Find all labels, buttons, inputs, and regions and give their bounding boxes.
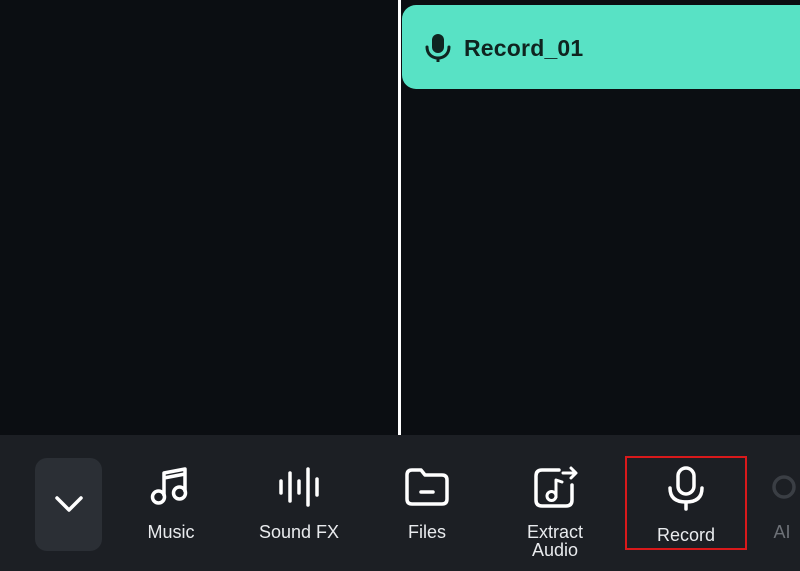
record-label: Record: [656, 525, 716, 545]
ai-label: AI: [773, 522, 791, 542]
sound-fx-label: Sound FX: [258, 522, 340, 542]
microphone-icon: [424, 33, 452, 63]
record-button[interactable]: Record: [625, 456, 747, 550]
files-button[interactable]: Files: [367, 453, 487, 565]
chevron-down-icon: [55, 496, 83, 512]
sound-wave-icon: [275, 463, 323, 511]
folder-icon: [403, 463, 451, 511]
microphone-icon: [662, 464, 710, 512]
bottom-toolbar: Music Sound FX Files Extract Audio Recor…: [0, 435, 800, 571]
music-label: Music: [147, 522, 195, 542]
ai-icon: [760, 463, 800, 511]
extract-audio-label: Extract Audio: [526, 522, 583, 560]
collapse-button[interactable]: [35, 458, 102, 551]
files-label: Files: [407, 522, 446, 542]
sound-fx-button[interactable]: Sound FX: [239, 453, 359, 565]
music-button[interactable]: Music: [111, 453, 231, 565]
extract-audio-button[interactable]: Extract Audio: [495, 453, 615, 565]
audio-clip-record-01[interactable]: Record_01: [402, 5, 800, 89]
ai-button[interactable]: AI: [760, 453, 800, 565]
music-note-icon: [147, 463, 195, 511]
extract-audio-icon: [531, 463, 579, 511]
playhead[interactable]: [398, 0, 401, 435]
timeline-area: Record_01: [0, 0, 800, 435]
clip-label: Record_01: [464, 35, 584, 61]
